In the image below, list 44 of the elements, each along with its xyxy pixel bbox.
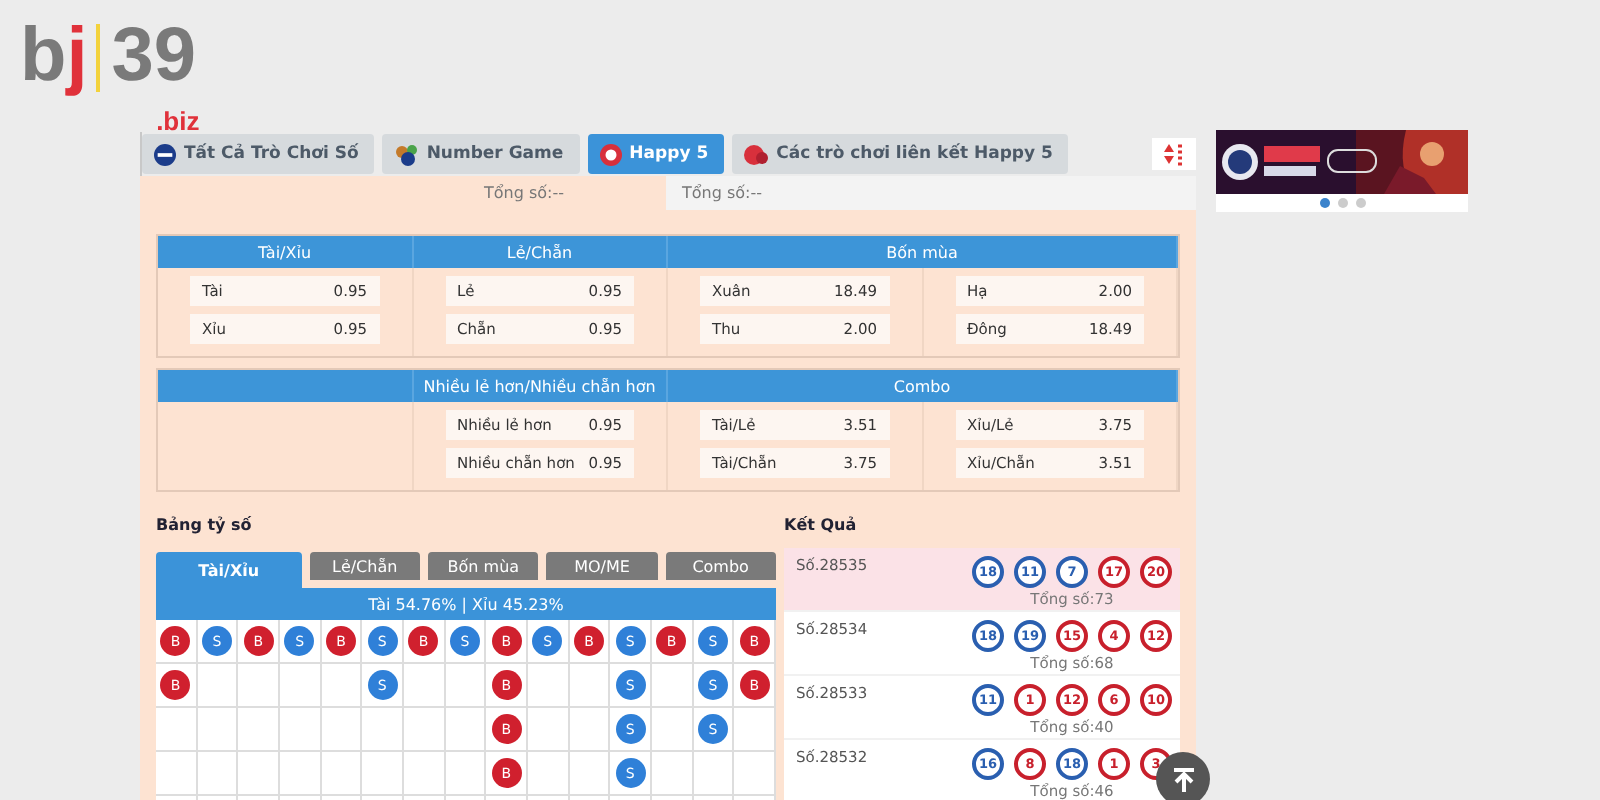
column-header: Bốn mùa [668,236,1178,268]
road-cell [156,752,198,796]
scroll-top-button[interactable] [1156,752,1210,800]
arrow-up-icon [1169,765,1197,793]
column-header: Tài/Xỉu [158,236,413,268]
logo-letter: b [20,16,67,96]
board-tab[interactable]: Combo [665,552,776,580]
balls-icon [744,143,769,165]
logo-letter: j [66,16,88,96]
carousel-dot[interactable] [1319,198,1329,208]
ball-icon [599,143,622,165]
road-cell [321,752,363,796]
game-tab[interactable]: Number Game [382,134,580,174]
carousel-dot[interactable] [1355,198,1365,208]
road-cell [403,752,446,796]
section-title: Kết Quả [784,516,859,538]
sort-button[interactable] [1152,138,1196,170]
total-label: Tổng số:-- [666,176,1196,210]
column-header: Combo [668,370,1178,402]
road-cell [197,752,239,796]
column-header: Nhiều lẻ hơn/Nhiều chẵn hơn [413,370,668,402]
board-tab[interactable]: Bốn mùa [428,552,539,580]
game-tab[interactable]: Các trò chơi liên kết Happy 5 [732,134,1069,174]
logo-domain: .biz [156,106,200,136]
road-cell [238,708,280,752]
road-cell [734,752,776,796]
column-header: Lẻ/Chẵn [413,236,668,268]
board-tab[interactable]: Lẻ/Chẵn [309,552,420,580]
road-cell [238,752,280,796]
game-tab[interactable]: Tất Cả Trò Chơi Số [142,134,375,174]
section-title: Bảng tỷ số [156,516,254,538]
road-cell [197,708,239,752]
road-cell [279,708,322,752]
board-tab[interactable]: MO/ME [546,552,658,580]
road-cell [403,708,446,752]
logo-number: 39 [111,16,197,96]
road-cell [362,752,404,796]
carousel-dot[interactable] [1337,198,1347,208]
total-label: Tổng số:-- [482,182,567,206]
road-cell [279,752,322,796]
balls-icon [394,143,419,165]
road-cell [321,708,363,752]
sort-icon [1162,142,1186,166]
summary-bar: Tài 54.76% | Xỉu 45.23% [156,588,776,620]
